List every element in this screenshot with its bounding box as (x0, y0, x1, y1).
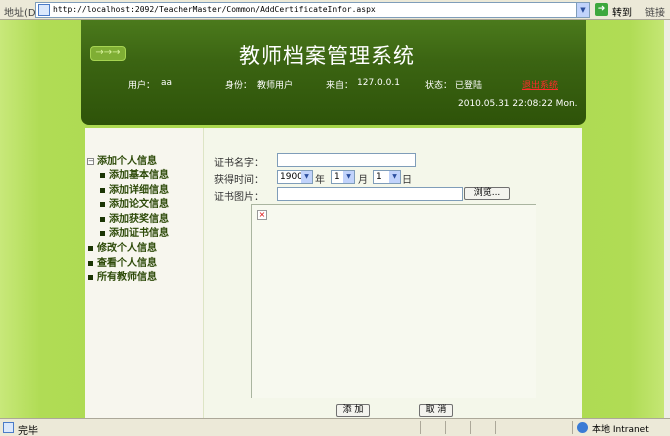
status-divider (470, 421, 471, 434)
address-dropdown-icon[interactable]: ▼ (576, 3, 589, 17)
month-unit: 月 (358, 175, 368, 186)
address-bar: 地址(D) http://localhost:2092/TeacherMaste… (0, 0, 670, 20)
certificate-image-preview: × (251, 204, 536, 398)
add-button[interactable]: 添 加 (336, 404, 370, 417)
day-value: 1 (376, 172, 382, 182)
month-value: 1 (334, 172, 340, 182)
day-unit: 日 (402, 175, 412, 186)
bullet-icon (88, 275, 93, 280)
role-value: 教师用户 (257, 81, 294, 91)
nav-group-add-personal-info[interactable]: − 添加个人信息 (87, 152, 157, 167)
certificate-form: 证书名字： 获得时间： 1900 ▼ 年 1 ▼ 月 1 ▼ 日 证书图片： 浏… (205, 128, 582, 418)
page-title: 教师档案管理系统 (239, 44, 415, 68)
role-label: 身份： (225, 81, 253, 91)
image-label: 证书图片： (214, 192, 264, 203)
datetime-display: 2010.05.31 22:08:22 Mon. (458, 99, 578, 109)
collapse-toggle-icon[interactable]: − (87, 158, 94, 165)
bullet-icon (88, 261, 93, 266)
nav-item-all-teachers-info[interactable]: 所有教师信息 (88, 268, 157, 283)
nav-item-label: 添加论文信息 (109, 199, 169, 210)
date-label: 获得时间： (214, 175, 264, 186)
bullet-icon (100, 202, 105, 207)
state-value: 已登陆 (455, 81, 483, 91)
bullet-icon (100, 173, 105, 178)
nav-item-label: 添加基本信息 (109, 170, 169, 181)
cert-name-label: 证书名字： (214, 158, 264, 169)
year-unit: 年 (315, 175, 325, 186)
logo-arrow-icon: →→→ (90, 46, 126, 61)
go-arrow-icon: ➜ (595, 3, 608, 16)
page-done-icon (3, 422, 14, 433)
status-text: 完毕 (18, 426, 38, 436)
cancel-button[interactable]: 取 消 (419, 404, 453, 417)
address-url: http://localhost:2092/TeacherMaster/Comm… (53, 5, 376, 14)
month-select[interactable]: 1 ▼ (331, 170, 355, 184)
page-viewport: →→→ 教师档案管理系统 用户： aa 身份： 教师用户 来自： 127.0.0… (0, 20, 670, 418)
nav-item-add-basic-info[interactable]: 添加基本信息 (100, 166, 169, 181)
page-header: →→→ 教师档案管理系统 用户： aa 身份： 教师用户 来自： 127.0.0… (81, 20, 586, 125)
status-divider (420, 421, 421, 434)
bullet-icon (88, 246, 93, 251)
from-label: 来自： (326, 81, 354, 91)
status-divider (445, 421, 446, 434)
cert-name-input[interactable] (277, 153, 416, 167)
year-select[interactable]: 1900 ▼ (277, 170, 313, 184)
nav-item-label: 修改个人信息 (97, 243, 157, 254)
content-panel: − 添加个人信息 添加基本信息 添加详细信息 添加论文信息 添加获奖信息 添加证书… (85, 128, 582, 418)
bullet-icon (100, 217, 105, 222)
nav-item-label: 添加证书信息 (109, 228, 169, 239)
bullet-icon (100, 231, 105, 236)
status-bar: 完毕 本地 Intranet (0, 418, 670, 436)
go-button[interactable]: ➜ 转到 (593, 2, 639, 19)
links-button[interactable]: 链接 (645, 4, 665, 19)
nav-item-view-personal-info[interactable]: 查看个人信息 (88, 254, 157, 269)
chevron-down-icon: ▼ (301, 171, 312, 183)
nav-item-label: 所有教师信息 (97, 272, 157, 283)
nav-item-add-paper-info[interactable]: 添加论文信息 (100, 195, 169, 210)
chevron-down-icon: ▼ (389, 171, 400, 183)
chevron-down-icon: ▼ (343, 171, 354, 183)
user-value: aa (161, 78, 173, 88)
page-icon (38, 4, 50, 16)
vertical-scrollbar[interactable] (664, 20, 670, 418)
nav-item-add-award-info[interactable]: 添加获奖信息 (100, 210, 169, 225)
go-label: 转到 (612, 8, 632, 19)
user-label: 用户： (128, 81, 156, 91)
status-divider (572, 421, 573, 434)
status-divider (495, 421, 496, 434)
security-zone-text: 本地 Intranet (592, 425, 649, 435)
bullet-icon (100, 188, 105, 193)
from-value: 127.0.0.1 (357, 78, 400, 88)
nav-item-edit-personal-info[interactable]: 修改个人信息 (88, 239, 157, 254)
image-file-input[interactable] (277, 187, 463, 201)
day-select[interactable]: 1 ▼ (373, 170, 401, 184)
intranet-zone-icon (577, 422, 588, 433)
nav-item-add-certificate-info[interactable]: 添加证书信息 (100, 224, 169, 239)
year-value: 1900 (280, 172, 303, 182)
nav-item-add-detail-info[interactable]: 添加详细信息 (100, 181, 169, 196)
broken-image-icon: × (257, 210, 267, 220)
logout-link[interactable]: 退出系统 (522, 78, 558, 91)
address-input[interactable]: http://localhost:2092/TeacherMaster/Comm… (35, 2, 590, 18)
state-label: 状态： (425, 81, 453, 91)
browse-button[interactable]: 浏览... (464, 187, 510, 200)
sidebar-nav: − 添加个人信息 添加基本信息 添加详细信息 添加论文信息 添加获奖信息 添加证书… (85, 128, 204, 418)
